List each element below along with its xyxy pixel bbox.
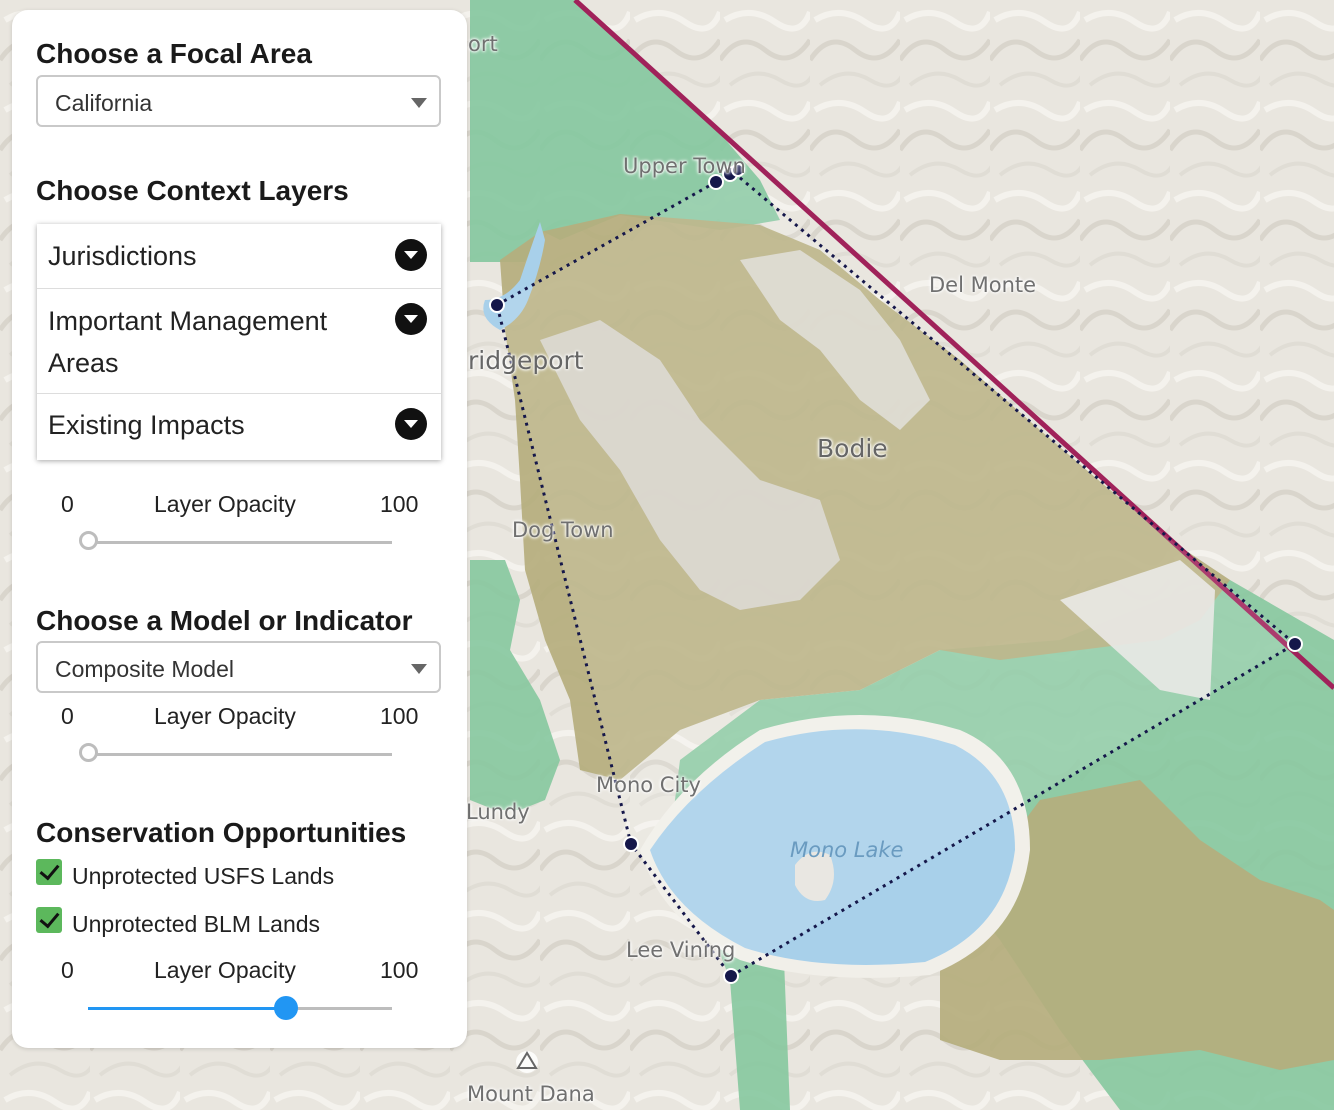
model-opacity-control: 0 Layer Opacity 100 <box>36 703 426 773</box>
opacity-max-label: 100 <box>380 491 419 517</box>
opacity-min-label: 0 <box>61 491 74 517</box>
accordion-item-label: Important Management Areas <box>48 306 328 378</box>
model-heading: Choose a Model or Indicator <box>36 605 413 636</box>
checkbox-usfs[interactable] <box>36 859 62 885</box>
chevron-down-icon <box>411 664 427 674</box>
water-label-mono-lake: Mono Lake <box>790 838 904 862</box>
context-layers-accordion: Jurisdictions Important Management Areas… <box>37 224 441 460</box>
polygon-vertex[interactable] <box>623 836 639 852</box>
context-opacity-control: 0 Layer Opacity 100 <box>36 491 426 561</box>
place-label-fragment: ort <box>468 32 498 56</box>
conservation-opacity-control: 0 Layer Opacity 100 <box>36 957 426 1027</box>
place-label-dog-town: Dog Town <box>512 518 614 542</box>
opacity-slider[interactable] <box>78 743 392 762</box>
conservation-heading: Conservation Opportunities <box>36 817 407 848</box>
opacity-title: Layer Opacity <box>154 703 296 729</box>
checkbox-label: Unprotected BLM Lands <box>72 911 321 937</box>
place-label-lee-vining: Lee Vining <box>626 938 736 962</box>
model-selected-value: Composite Model <box>55 656 234 682</box>
opacity-title: Layer Opacity <box>154 957 296 983</box>
place-label-del-monte: Del Monte <box>929 273 1037 297</box>
focal-area-selected-value: California <box>55 90 153 116</box>
slider-fill <box>88 1007 286 1010</box>
opacity-title: Layer Opacity <box>154 491 296 517</box>
opacity-min-label: 0 <box>61 703 74 729</box>
context-layers-heading: Choose Context Layers <box>36 175 349 206</box>
place-label-mono-city: Mono City <box>596 773 701 797</box>
focal-area-select[interactable]: California <box>36 75 441 127</box>
accordion-item-jurisdictions[interactable]: Jurisdictions <box>37 224 441 289</box>
focal-area-heading: Choose a Focal Area <box>36 38 312 69</box>
checkbox-blm[interactable] <box>36 907 62 933</box>
checkbox-label: Unprotected USFS Lands <box>72 863 335 889</box>
opacity-min-label: 0 <box>61 957 74 983</box>
polygon-vertex[interactable] <box>723 968 739 984</box>
polygon-vertex[interactable] <box>1287 636 1303 652</box>
opacity-slider[interactable] <box>78 531 392 550</box>
slider-thumb[interactable] <box>78 531 98 550</box>
expand-icon[interactable] <box>395 239 427 271</box>
polygon-vertex[interactable] <box>489 297 505 313</box>
chevron-down-icon <box>411 98 427 108</box>
accordion-item-label: Existing Impacts <box>48 410 245 440</box>
accordion-item-existing-impacts[interactable]: Existing Impacts <box>37 394 441 460</box>
place-label-bridgeport: ridgeport <box>468 346 584 375</box>
mountain-peak-icon <box>516 1051 538 1073</box>
model-select[interactable]: Composite Model <box>36 641 441 693</box>
accordion-item-label: Jurisdictions <box>48 241 197 271</box>
place-label-lundy: Lundy <box>466 800 530 824</box>
slider-thumb[interactable] <box>273 996 298 1020</box>
slider-thumb[interactable] <box>78 743 98 762</box>
place-label-bodie: Bodie <box>817 434 888 463</box>
expand-icon[interactable] <box>395 303 427 335</box>
opacity-max-label: 100 <box>380 703 419 729</box>
layer-control-panel: Choose a Focal Area California Choose Co… <box>12 10 467 1048</box>
expand-icon[interactable] <box>395 408 427 440</box>
place-label-upper-town: Upper Town <box>623 154 746 178</box>
opacity-max-label: 100 <box>380 957 419 983</box>
accordion-item-management-areas[interactable]: Important Management Areas <box>37 289 441 394</box>
opacity-slider[interactable] <box>88 996 392 1020</box>
place-label-mount-dana: Mount Dana <box>467 1082 595 1106</box>
